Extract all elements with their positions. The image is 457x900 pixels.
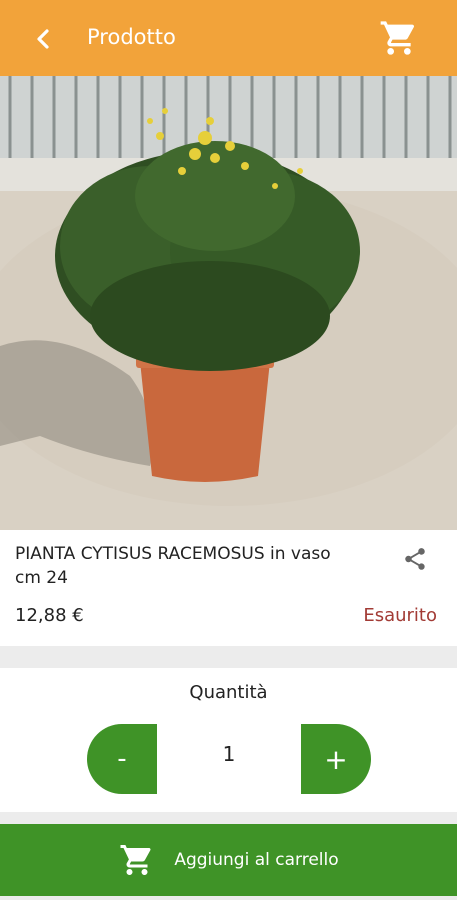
- share-button[interactable]: [400, 544, 430, 574]
- decrease-quantity-button[interactable]: -: [87, 724, 157, 794]
- product-price: 12,88 €: [15, 605, 84, 626]
- increase-quantity-button[interactable]: +: [301, 724, 371, 794]
- quantity-label: Quantità: [189, 682, 268, 703]
- cart-button[interactable]: [376, 16, 422, 60]
- chevron-left-icon: [37, 29, 49, 49]
- add-to-cart-button[interactable]: Aggiungi al carrello: [0, 824, 457, 896]
- cart-icon: [380, 21, 415, 55]
- divider: [0, 896, 457, 900]
- back-button[interactable]: [26, 22, 60, 56]
- stock-status: Esaurito: [363, 605, 437, 626]
- app-bar: Prodotto: [0, 0, 457, 76]
- cart-icon: [118, 841, 156, 879]
- product-image: [0, 76, 457, 530]
- product-info: PIANTA CYTISUS RACEMOSUS in vaso cm 24 1…: [0, 530, 457, 646]
- share-icon: [405, 548, 425, 570]
- quantity-selector: Quantità - 1 +: [0, 668, 457, 812]
- page-title: Prodotto: [87, 25, 176, 49]
- divider: [0, 812, 457, 824]
- divider: [0, 646, 457, 668]
- quantity-value: 1: [222, 742, 236, 766]
- product-name: PIANTA CYTISUS RACEMOSUS in vaso cm 24: [15, 544, 331, 588]
- add-to-cart-label: Aggiungi al carrello: [174, 850, 339, 870]
